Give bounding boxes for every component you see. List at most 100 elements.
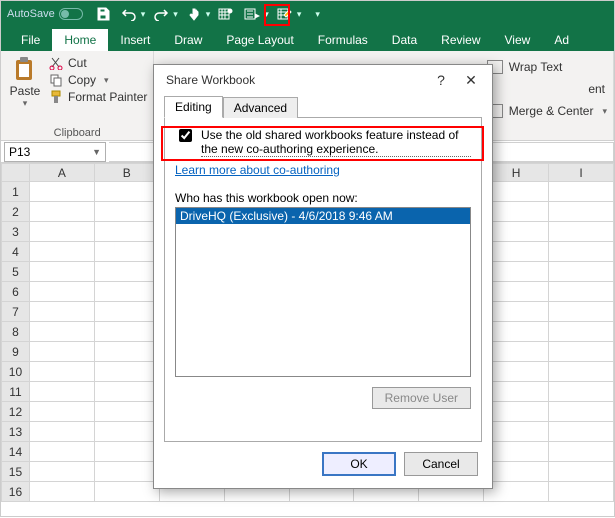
use-old-shared-checkbox-row[interactable]: Use the old shared workbooks feature ins…: [175, 128, 471, 157]
cell[interactable]: [549, 322, 614, 342]
qat-customize-icon[interactable]: ▾: [315, 9, 320, 20]
track-changes-icon[interactable]: [275, 4, 295, 24]
cell[interactable]: [484, 222, 549, 242]
cell[interactable]: [549, 482, 614, 502]
tab-review[interactable]: Review: [429, 29, 492, 51]
paste-button[interactable]: Paste ▾: [7, 54, 43, 109]
cell[interactable]: [29, 402, 94, 422]
copy-button[interactable]: Copy▾: [49, 73, 147, 87]
row-header[interactable]: 11: [2, 382, 30, 402]
redo-icon[interactable]: [151, 4, 171, 24]
name-box[interactable]: P13 ▼: [4, 142, 106, 162]
cell[interactable]: [484, 362, 549, 382]
autosave-toggle[interactable]: [59, 8, 83, 20]
cell[interactable]: [484, 302, 549, 322]
wrap-text-button[interactable]: Wrap Text: [487, 60, 607, 74]
cell[interactable]: [29, 182, 94, 202]
column-header[interactable]: B: [94, 164, 159, 182]
row-header[interactable]: 15: [2, 462, 30, 482]
row-header[interactable]: 12: [2, 402, 30, 422]
save-icon[interactable]: [93, 4, 113, 24]
cell[interactable]: [94, 422, 159, 442]
tab-draw[interactable]: Draw: [162, 29, 214, 51]
cell[interactable]: [94, 202, 159, 222]
cell[interactable]: [549, 342, 614, 362]
protect-share-icon[interactable]: [242, 4, 262, 24]
cell[interactable]: [484, 462, 549, 482]
cell[interactable]: [29, 262, 94, 282]
open-users-listbox[interactable]: DriveHQ (Exclusive) - 4/6/2018 9:46 AM: [175, 207, 471, 377]
row-header[interactable]: 1: [2, 182, 30, 202]
cell[interactable]: [549, 262, 614, 282]
cell[interactable]: [549, 222, 614, 242]
cancel-button[interactable]: Cancel: [404, 452, 478, 476]
cell[interactable]: [484, 442, 549, 462]
cell[interactable]: [484, 482, 549, 502]
tab-addins[interactable]: Ad: [542, 29, 581, 51]
cell[interactable]: [29, 342, 94, 362]
protect-dropdown[interactable]: ▾: [264, 9, 269, 20]
row-header[interactable]: 10: [2, 362, 30, 382]
cell[interactable]: [549, 202, 614, 222]
cell[interactable]: [94, 242, 159, 262]
cell[interactable]: [484, 262, 549, 282]
dialog-tab-editing[interactable]: Editing: [164, 96, 223, 118]
row-header[interactable]: 7: [2, 302, 30, 322]
row-header[interactable]: 14: [2, 442, 30, 462]
cell[interactable]: [549, 422, 614, 442]
tab-pagelayout[interactable]: Page Layout: [214, 29, 305, 51]
list-item[interactable]: DriveHQ (Exclusive) - 4/6/2018 9:46 AM: [176, 208, 470, 224]
share-workbook-icon[interactable]: [216, 4, 236, 24]
cell[interactable]: [549, 182, 614, 202]
cell[interactable]: [94, 282, 159, 302]
redo-dropdown[interactable]: ▾: [173, 9, 178, 20]
cell[interactable]: [94, 322, 159, 342]
cell[interactable]: [484, 342, 549, 362]
cell[interactable]: [484, 202, 549, 222]
cell[interactable]: [484, 382, 549, 402]
cell[interactable]: [94, 362, 159, 382]
cell[interactable]: [484, 182, 549, 202]
cell[interactable]: [549, 382, 614, 402]
format-painter-button[interactable]: Format Painter: [49, 90, 147, 104]
tab-data[interactable]: Data: [380, 29, 429, 51]
dialog-tab-advanced[interactable]: Advanced: [223, 97, 298, 118]
undo-icon[interactable]: [119, 4, 139, 24]
cell[interactable]: [94, 222, 159, 242]
cell[interactable]: [94, 262, 159, 282]
cell[interactable]: [484, 322, 549, 342]
row-header[interactable]: 3: [2, 222, 30, 242]
cell[interactable]: [29, 222, 94, 242]
merge-center-button[interactable]: Merge & Center▾: [487, 104, 607, 118]
cut-button[interactable]: Cut: [49, 56, 147, 70]
cell[interactable]: [29, 362, 94, 382]
cell[interactable]: [549, 242, 614, 262]
touch-mode-icon[interactable]: [184, 4, 204, 24]
cell[interactable]: [29, 382, 94, 402]
cell[interactable]: [29, 242, 94, 262]
cell[interactable]: [94, 442, 159, 462]
row-header[interactable]: 6: [2, 282, 30, 302]
cell[interactable]: [94, 302, 159, 322]
cell[interactable]: [29, 282, 94, 302]
cell[interactable]: [549, 282, 614, 302]
cell[interactable]: [94, 182, 159, 202]
tab-home[interactable]: Home: [52, 29, 108, 51]
cell[interactable]: [549, 362, 614, 382]
ok-button[interactable]: OK: [322, 452, 396, 476]
undo-dropdown[interactable]: ▾: [141, 9, 146, 20]
tab-file[interactable]: File: [9, 29, 52, 51]
cell[interactable]: [29, 302, 94, 322]
tab-insert[interactable]: Insert: [108, 29, 162, 51]
cell[interactable]: [484, 282, 549, 302]
name-box-dropdown-icon[interactable]: ▼: [92, 147, 101, 157]
cell[interactable]: [484, 242, 549, 262]
cell[interactable]: [484, 422, 549, 442]
row-header[interactable]: 4: [2, 242, 30, 262]
cell[interactable]: [549, 442, 614, 462]
cell[interactable]: [549, 302, 614, 322]
row-header[interactable]: 8: [2, 322, 30, 342]
tab-formulas[interactable]: Formulas: [306, 29, 380, 51]
cell[interactable]: [94, 342, 159, 362]
cell[interactable]: [29, 322, 94, 342]
